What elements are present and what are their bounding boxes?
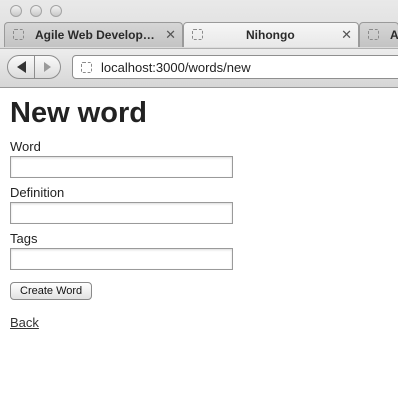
page-favicon-icon <box>13 29 24 40</box>
definition-field-group: Definition <box>10 186 390 224</box>
page-favicon-icon <box>81 62 92 73</box>
address-url: localhost:3000/words/new <box>101 60 251 75</box>
tab-label: Nihongo <box>246 28 295 42</box>
definition-input[interactable] <box>10 202 233 224</box>
page-favicon-icon <box>192 29 203 40</box>
page-favicon-icon <box>368 29 379 40</box>
browser-chrome: Agile Web Develop… ✕ Nihongo ✕ A localho… <box>0 0 398 88</box>
definition-label: Definition <box>10 185 65 200</box>
create-word-button[interactable]: Create Word <box>10 282 93 300</box>
window-controls <box>10 5 62 17</box>
page-title: New word <box>10 97 147 129</box>
address-bar[interactable]: localhost:3000/words/new <box>72 55 398 79</box>
forward-arrow-icon <box>44 62 51 72</box>
word-input[interactable] <box>10 156 233 178</box>
word-label: Word <box>10 139 41 154</box>
browser-toolbar: localhost:3000/words/new <box>0 48 398 87</box>
tab-label: Agile Web Develop… <box>35 28 155 42</box>
forward-button[interactable] <box>35 55 61 79</box>
tags-label: Tags <box>10 231 38 246</box>
navigation-buttons <box>7 55 63 79</box>
tab-label: A <box>390 28 398 42</box>
page-content: New word Word Definition Tags Create Wor… <box>10 96 390 330</box>
tags-input[interactable] <box>10 248 233 270</box>
word-field-group: Word <box>10 140 390 178</box>
tags-field-group: Tags <box>10 232 390 270</box>
close-window-button[interactable] <box>10 5 22 17</box>
back-button[interactable] <box>7 55 35 79</box>
back-arrow-icon <box>16 61 26 73</box>
tab-nihongo[interactable]: Nihongo ✕ <box>183 22 359 47</box>
close-tab-icon[interactable]: ✕ <box>341 27 352 43</box>
close-tab-icon[interactable]: ✕ <box>165 27 176 43</box>
minimize-window-button[interactable] <box>30 5 42 17</box>
tab-agile-web-development[interactable]: Agile Web Develop… ✕ <box>4 22 183 47</box>
tab-strip: Agile Web Develop… ✕ Nihongo ✕ A <box>0 22 398 48</box>
back-link[interactable]: Back <box>10 315 390 330</box>
tab-partial[interactable]: A <box>359 22 398 47</box>
zoom-window-button[interactable] <box>50 5 62 17</box>
